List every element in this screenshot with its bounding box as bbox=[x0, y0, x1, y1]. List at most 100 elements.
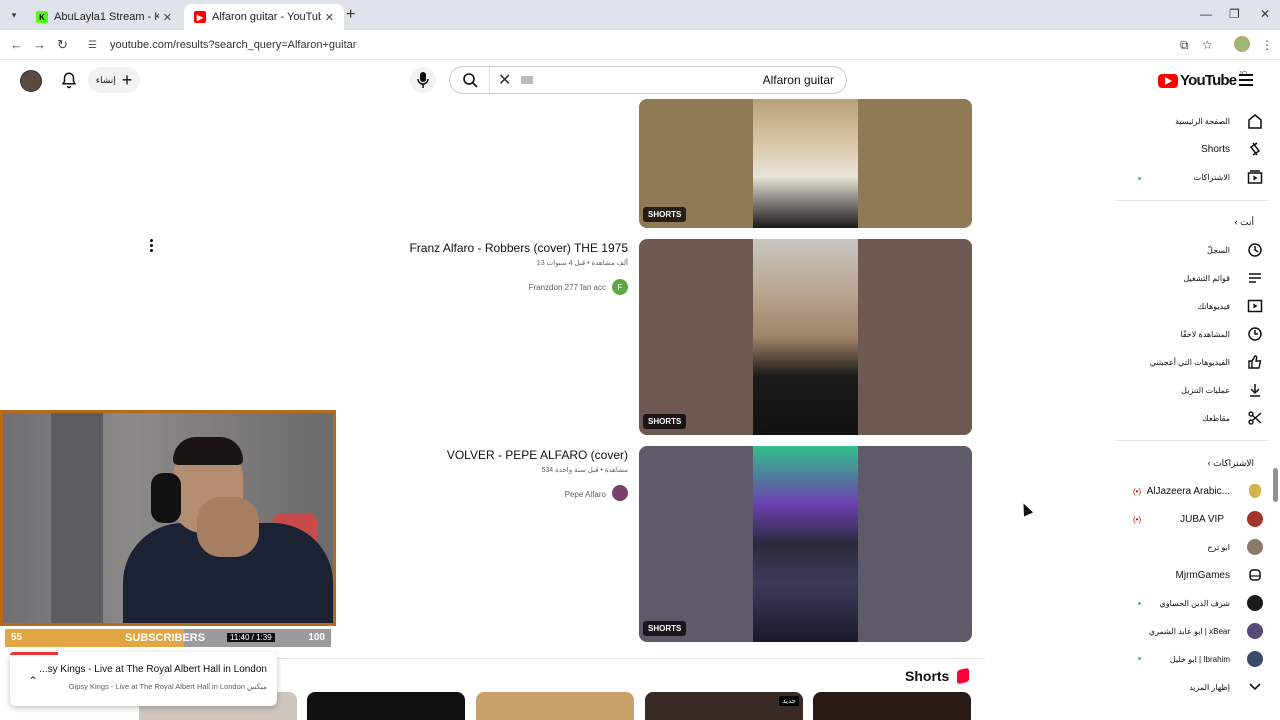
sidebar-channel-mjrmgames[interactable]: MjrmGames bbox=[1124, 562, 1264, 588]
sidebar-item-playlists[interactable]: قوائم التشغيل bbox=[1124, 265, 1264, 291]
sidebar-item-label: السجلّ bbox=[1206, 245, 1230, 255]
result-title[interactable]: VOLVER - PEPE ALFARO (cover) bbox=[447, 448, 628, 462]
reload-icon[interactable]: ↻ bbox=[57, 37, 68, 53]
playback-progress bbox=[10, 652, 58, 655]
tab-search-dropdown-icon[interactable]: ▾ bbox=[5, 6, 23, 24]
sidebar-channel-abu-tarh[interactable]: ابو ترح bbox=[1124, 534, 1264, 560]
sidebar-subscriptions-header[interactable]: ‹ الاشتراكات bbox=[1124, 458, 1254, 469]
result-channel-name[interactable]: Franzdon 277 fan acc bbox=[529, 283, 606, 292]
url-field[interactable]: ☰ youtube.com/results?search_query=Alfar… bbox=[80, 33, 1220, 57]
browser-profile-avatar[interactable] bbox=[1234, 36, 1250, 52]
youtube-play-logo-icon bbox=[1158, 73, 1178, 88]
sidebar-channel-xbear[interactable]: ابو عابد الشمري | xBear bbox=[1124, 618, 1264, 644]
search-button[interactable] bbox=[450, 67, 490, 93]
subscriptions-icon bbox=[1246, 168, 1264, 186]
result-channel-name[interactable]: Pepe Alfaro bbox=[565, 490, 606, 499]
live-icon: (•) bbox=[1133, 487, 1142, 496]
channel-avatar[interactable]: F bbox=[612, 279, 628, 295]
forward-icon[interactable]: → bbox=[33, 37, 46, 52]
install-app-icon[interactable]: ⧉ bbox=[1180, 38, 1189, 53]
short-card[interactable] bbox=[813, 692, 971, 720]
browser-menu-icon[interactable]: ⋮ bbox=[1261, 38, 1273, 52]
sidebar-you-header[interactable]: ‹ أنت bbox=[1124, 217, 1254, 228]
channel-avatar bbox=[1246, 510, 1264, 528]
sidebar-item-label: ابو خليل | Ibrahim bbox=[1169, 654, 1230, 664]
logo-wordmark: YouTube bbox=[1180, 72, 1237, 89]
liked-icon bbox=[1246, 353, 1264, 371]
maximize-icon[interactable]: ❐ bbox=[1229, 7, 1240, 21]
channel-avatar bbox=[1246, 650, 1264, 668]
channel-avatar bbox=[1246, 482, 1264, 500]
sidebar-channel-sharaf[interactable]: شرف الدين الحساوي bbox=[1124, 590, 1264, 616]
sidebar-item-shorts[interactable]: Shorts bbox=[1124, 136, 1264, 162]
channel-avatar bbox=[1246, 538, 1264, 556]
history-icon bbox=[1246, 241, 1264, 259]
sidebar-item-liked[interactable]: الفيديوهات التي أعجبتني bbox=[1124, 349, 1264, 375]
sidebar-item-home[interactable]: الصفحة الرئيسية bbox=[1124, 108, 1264, 134]
close-tab-icon[interactable]: ✕ bbox=[325, 11, 334, 24]
now-playing-widget[interactable]: ⌃ ...sy Kings - Live at The Royal Albert… bbox=[10, 652, 277, 706]
bookmark-star-icon[interactable]: ☆ bbox=[1202, 38, 1213, 52]
guide-menu-icon[interactable] bbox=[1239, 74, 1253, 86]
search-input[interactable]: ✕ Alfaron guitar bbox=[449, 66, 847, 94]
voice-search-button[interactable] bbox=[410, 67, 436, 93]
result-title[interactable]: Franz Alfaro - Robbers (cover) THE 1975 bbox=[409, 241, 628, 255]
new-badge: جديد bbox=[779, 696, 799, 706]
scrollbar-thumb[interactable] bbox=[1273, 468, 1278, 502]
subscriber-count: 55 bbox=[11, 632, 23, 643]
sidebar-item-subscriptions[interactable]: الاشتراكات bbox=[1124, 164, 1264, 190]
sidebar-item-your-videos[interactable]: فيديوهاتك bbox=[1124, 293, 1264, 319]
sidebar-divider bbox=[1116, 440, 1268, 441]
clear-search-icon[interactable]: ✕ bbox=[498, 70, 511, 90]
chevron-up-icon[interactable]: ⌃ bbox=[28, 674, 38, 688]
sidebar-item-watch-later[interactable]: المشاهدة لاحقًا bbox=[1124, 321, 1264, 347]
sidebar-channel-juba-vip[interactable]: JUBA VIP bbox=[1124, 506, 1264, 532]
subscriber-goal: 100 bbox=[308, 632, 325, 643]
new-content-dot bbox=[1138, 602, 1141, 605]
result-thumbnail[interactable]: SHORTS bbox=[639, 99, 972, 228]
close-tab-icon[interactable]: ✕ bbox=[163, 11, 172, 24]
site-info-icon[interactable]: ☰ bbox=[88, 40, 102, 51]
channel-avatar[interactable] bbox=[612, 485, 628, 501]
result-thumbnail[interactable]: SHORTS bbox=[639, 446, 972, 642]
more-actions-icon[interactable] bbox=[148, 239, 154, 253]
sidebar-item-clips[interactable]: مقاطعك bbox=[1124, 405, 1264, 431]
timer-readout: 11:40 / 1:39 bbox=[227, 633, 275, 642]
create-button[interactable]: إنشاء + bbox=[88, 67, 140, 93]
webcam-overlay bbox=[0, 410, 336, 626]
page-scrollbar[interactable] bbox=[1271, 61, 1280, 720]
sidebar-show-more[interactable]: إظهار المزيد bbox=[1124, 674, 1264, 700]
shorts-badge: SHORTS bbox=[643, 207, 687, 222]
your-videos-icon bbox=[1246, 297, 1264, 315]
sidebar-item-downloads[interactable]: عمليات التنزيل bbox=[1124, 377, 1264, 403]
live-icon: (•) bbox=[1133, 515, 1142, 524]
result-meta: 534 مشاهدة • قبل سنة واحدة bbox=[541, 467, 629, 474]
keyboard-icon[interactable] bbox=[521, 76, 534, 84]
channel-avatar bbox=[1246, 594, 1264, 612]
now-playing-subtitle: Gipsy Kings - Live at The Royal Albert H… bbox=[68, 682, 267, 691]
tab-youtube[interactable]: ▶ Alfaron guitar - YouTube ✕ bbox=[184, 4, 344, 30]
sidebar-item-label: المشاهدة لاحقًا bbox=[1180, 329, 1230, 339]
sidebar-item-label: ابو ترح bbox=[1207, 542, 1230, 552]
sidebar-channel-aljazeera[interactable]: AlJazeera Arabic... bbox=[1124, 478, 1264, 504]
tab-kick-dashboard[interactable]: K AbuLayla1 Stream - Kick Dashb ✕ bbox=[26, 4, 182, 30]
short-card[interactable] bbox=[476, 692, 634, 720]
back-icon[interactable]: ← bbox=[10, 37, 23, 52]
short-card[interactable] bbox=[307, 692, 465, 720]
sidebar-channel-ibrahim[interactable]: ابو خليل | Ibrahim bbox=[1124, 646, 1264, 672]
new-tab-icon[interactable]: + bbox=[346, 6, 355, 24]
home-icon bbox=[1246, 112, 1264, 130]
result-thumbnail[interactable]: SHORTS bbox=[639, 239, 972, 435]
sidebar-item-history[interactable]: السجلّ bbox=[1124, 237, 1264, 263]
sidebar-item-label: فيديوهاتك bbox=[1197, 301, 1230, 311]
short-card[interactable]: جديد bbox=[645, 692, 803, 720]
account-avatar[interactable] bbox=[20, 70, 42, 92]
notifications-bell-icon[interactable] bbox=[60, 71, 78, 89]
tab-title: Alfaron guitar - YouTube bbox=[212, 11, 321, 23]
sidebar-item-label: الاشتراكات bbox=[1193, 172, 1230, 182]
minimize-icon[interactable]: — bbox=[1200, 7, 1212, 21]
sidebar-item-label: شرف الدين الحساوي bbox=[1159, 598, 1230, 608]
youtube-logo[interactable]: YouTube JO bbox=[1158, 71, 1247, 89]
close-window-icon[interactable]: ✕ bbox=[1260, 7, 1270, 21]
shorts-icon bbox=[1246, 140, 1264, 158]
